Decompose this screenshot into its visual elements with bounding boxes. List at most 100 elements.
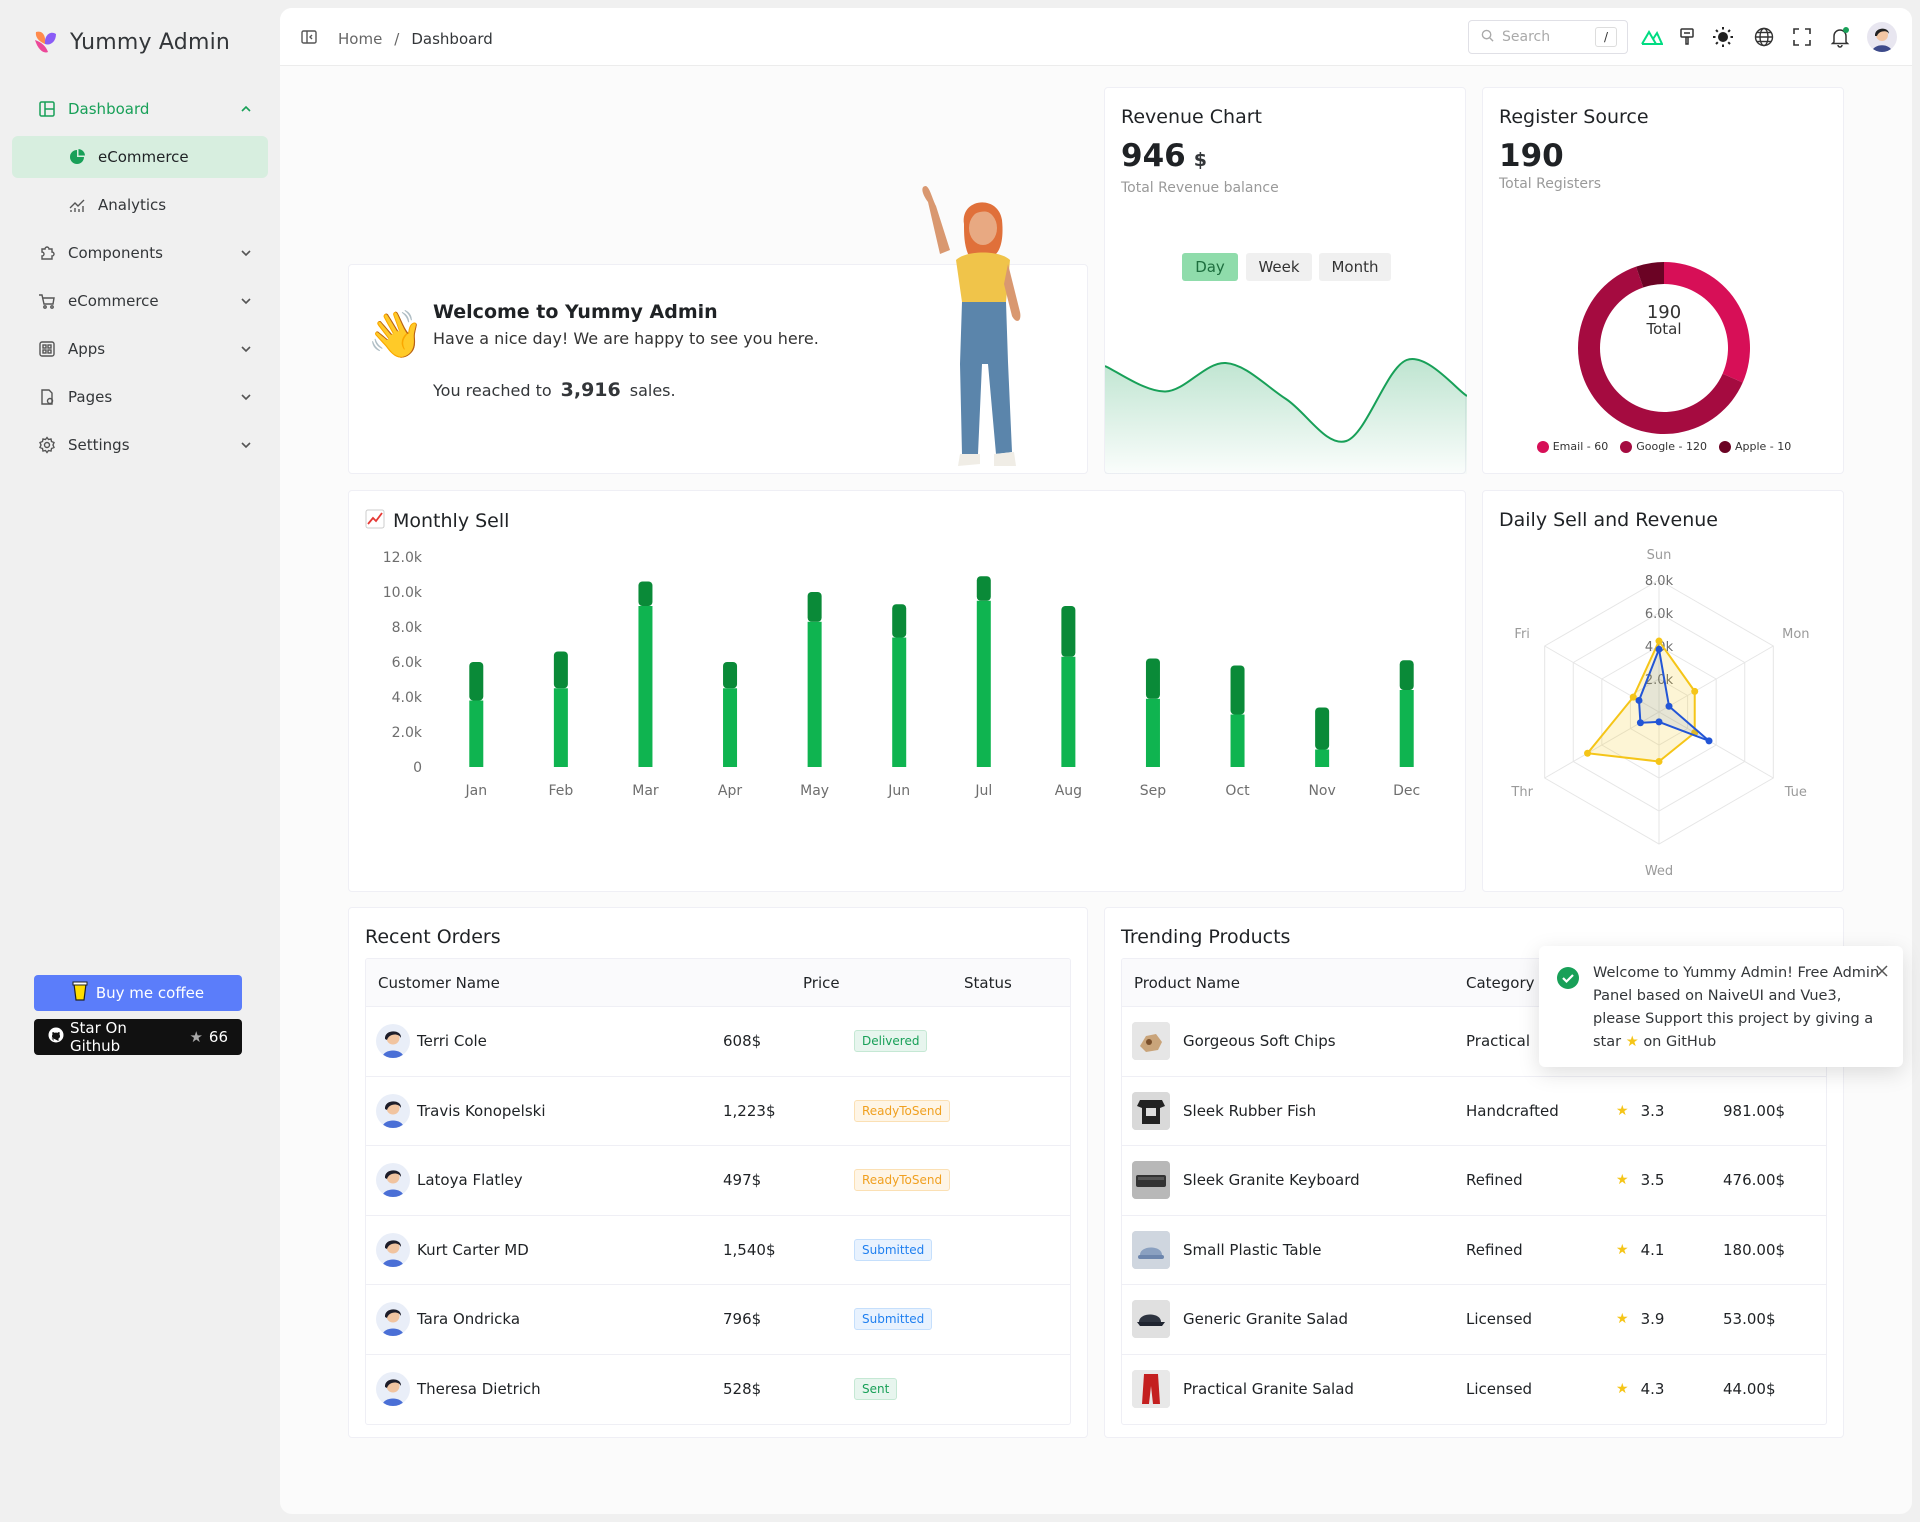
analytics-icon [68, 196, 86, 214]
legend-label: Apple - 10 [1734, 440, 1792, 453]
table-row[interactable]: Sleek Granite Keyboard Refined ★ 3.5 476.00$ [1122, 1146, 1826, 1216]
globe-language-icon[interactable] [1753, 26, 1775, 48]
bell-notification-icon[interactable] [1829, 26, 1851, 48]
bar-segment [553, 688, 568, 767]
table-row[interactable]: Latoya Flatley 497$ ReadyToSend [366, 1146, 1070, 1216]
customer-avatar [376, 1302, 410, 1337]
star-on-github-button[interactable]: Star On Github ★ 66 [34, 1019, 242, 1055]
radar-point [1655, 645, 1663, 653]
close-icon[interactable] [1875, 964, 1889, 982]
x-tick-label: Sep [1140, 783, 1167, 799]
bar-segment [807, 592, 822, 622]
radar-point [1655, 758, 1663, 765]
customer-name: Tara Ondricka [417, 1310, 521, 1329]
status-badge: ReadyToSend [854, 1099, 951, 1122]
legend-item[interactable]: Google - 120 [1620, 440, 1707, 453]
table-row[interactable]: Sleek Rubber Fish Handcrafted ★ 3.3 981.00$ [1122, 1077, 1826, 1146]
customer-name: Latoya Flatley [417, 1171, 523, 1190]
product-name: Generic Granite Salad [1183, 1310, 1349, 1329]
table-row[interactable]: Practical Granite Salad Licensed ★ 4.3 44.00… [1122, 1355, 1826, 1425]
chevron-down-icon [238, 389, 254, 405]
radar-point [1705, 737, 1713, 745]
column-status[interactable]: Status [964, 959, 1012, 1006]
table-row[interactable]: Terri Cole 608$ Delivered [366, 1007, 1070, 1077]
customer-avatar [376, 1232, 410, 1267]
x-tick-label: Oct [1225, 783, 1250, 799]
table-row[interactable]: Kurt Carter MD 1,540$ Submitted [366, 1216, 1070, 1285]
status-badge: Submitted [854, 1308, 933, 1331]
legend-dot [1536, 440, 1549, 453]
register-source-card: Register Source 190 Total Registers 190 … [1482, 87, 1844, 474]
radar-point [1584, 749, 1592, 757]
range-week-button[interactable]: Week [1246, 253, 1312, 281]
breadcrumb-home[interactable]: Home [338, 30, 382, 48]
radar-ring-label: 6.0k [1645, 607, 1674, 622]
daily-title: Daily Sell and Revenue [1499, 509, 1718, 531]
apps-grid-icon [38, 340, 56, 358]
legend-dot [1620, 440, 1633, 453]
register-value: 190 [1499, 138, 1564, 174]
github-stars-count: 66 [208, 1028, 228, 1046]
table-row[interactable]: Small Plastic Table Refined ★ 4.1 180.00$ [1122, 1216, 1826, 1285]
fullscreen-icon[interactable] [1791, 26, 1813, 48]
x-tick-label: Apr [718, 783, 742, 799]
bar-segment [892, 604, 907, 638]
product-price: 44.00$ [1723, 1380, 1776, 1399]
column-customer[interactable]: Customer Name [378, 959, 500, 1006]
revenue-value: 946 [1121, 138, 1186, 174]
table-row[interactable]: Travis Konopelski 1,223$ ReadyToSend [366, 1077, 1070, 1146]
toast-message: Welcome to Yummy Admin! Free Admin Panel… [1593, 962, 1883, 1054]
bar-segment [1230, 714, 1245, 767]
order-price: 528$ [723, 1380, 762, 1399]
sidebar-item-apps[interactable]: Apps [12, 328, 268, 370]
sidebar-item-label: Analytics [98, 196, 167, 214]
legend-label: Email - 60 [1552, 440, 1609, 453]
sidebar-toggle-icon[interactable] [300, 28, 318, 50]
sidebar: Yummy Admin Dashboard eCommerce Analytic… [0, 0, 280, 1522]
table-row[interactable]: Tara Ondricka 796$ Submitted [366, 1285, 1070, 1355]
revenue-chart-card: Revenue Chart 946 $ Total Revenue balanc… [1104, 87, 1467, 474]
star-icon: ★ [189, 1028, 203, 1046]
product-rating: 4.3 [1640, 1380, 1665, 1399]
sidebar-item-pages[interactable]: Pages [12, 376, 268, 418]
nuxt-logo-icon[interactable] [1641, 26, 1663, 48]
sidebar-item-ecommerce[interactable]: eCommerce [12, 280, 268, 322]
paint-brush-icon[interactable] [1676, 26, 1698, 48]
table-row[interactable]: Generic Granite Salad Licensed ★ 3.9 53.00$ [1122, 1285, 1826, 1355]
range-month-button[interactable]: Month [1319, 253, 1391, 281]
revenue-area-chart [1105, 358, 1467, 474]
range-day-button[interactable]: Day [1182, 253, 1238, 281]
monthly-bar-chart: 0 2.0k 4.0k 6.0k 8.0k 10.0k 12.0k Jan Feb Mar Apr M… [383, 551, 1421, 799]
user-avatar[interactable] [1867, 22, 1897, 52]
bar-segment [1315, 749, 1330, 767]
bar-segment [1230, 665, 1245, 715]
search-input[interactable]: Search / [1468, 20, 1628, 54]
sidebar-item-settings[interactable]: Settings [12, 424, 268, 466]
brand-title: Yummy Admin [70, 29, 231, 55]
brand[interactable]: Yummy Admin [32, 28, 230, 56]
legend-item[interactable]: Email - 60 [1536, 440, 1609, 453]
waving-girl-illustration [900, 184, 1050, 484]
sales-suffix: sales. [629, 381, 676, 400]
table-row[interactable]: Theresa Dietrich 528$ Sent [366, 1355, 1070, 1425]
dashboard-icon [38, 100, 56, 118]
product-thumbnail [1132, 1091, 1170, 1130]
buy-me-coffee-button[interactable]: Buy me coffee [34, 975, 242, 1011]
welcome-subtitle: Have a nice day! We are happy to see you… [433, 329, 819, 348]
column-category[interactable]: Category [1466, 959, 1535, 1006]
recent-orders-card: Recent Orders Customer Name Price Status… [348, 907, 1088, 1438]
product-category: Practical [1466, 1032, 1531, 1051]
sun-theme-icon[interactable] [1712, 26, 1734, 48]
sidebar-item-dashboard[interactable]: Dashboard [12, 88, 268, 130]
sidebar-item-analytics[interactable]: Analytics [12, 184, 268, 226]
radar-point [1636, 719, 1644, 727]
sidebar-item-ecommerce-dashboard[interactable]: eCommerce [12, 136, 268, 178]
order-price: 1,540$ [723, 1240, 776, 1259]
column-product-name[interactable]: Product Name [1134, 959, 1240, 1006]
status-badge: ReadyToSend [854, 1169, 951, 1192]
product-price: 53.00$ [1723, 1310, 1776, 1329]
radar-point [1635, 696, 1643, 704]
sidebar-item-components[interactable]: Components [12, 232, 268, 274]
column-price[interactable]: Price [803, 959, 840, 1006]
legend-item[interactable]: Apple - 10 [1718, 440, 1792, 453]
